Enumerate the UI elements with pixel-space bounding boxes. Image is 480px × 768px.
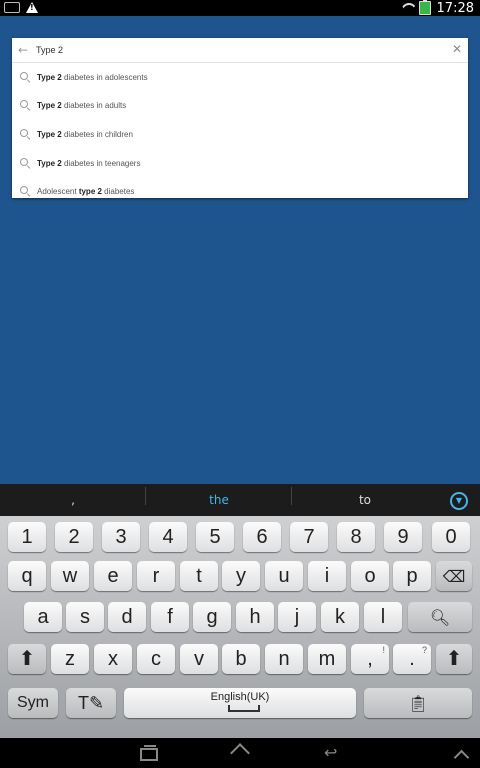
handwriting-icon: T✎ <box>77 693 105 713</box>
suggestion-item[interactable]: Type 2 diabetes in teenagers <box>12 149 468 178</box>
keyboard-icon <box>4 2 20 13</box>
navigation-bar: ↩ <box>0 738 480 768</box>
key-s[interactable]: s <box>66 602 104 632</box>
shift-icon: ⬆ <box>445 648 463 670</box>
search-icon <box>20 128 31 140</box>
chevron-up-icon[interactable] <box>452 746 472 760</box>
key-comma[interactable]: ,! <box>351 644 389 674</box>
recent-apps-icon[interactable] <box>138 745 158 761</box>
search-icon <box>20 100 31 111</box>
keyboard: 1 2 3 4 5 6 7 8 9 0 q w e r t y u i o p … <box>0 516 480 738</box>
key-o[interactable]: o <box>351 561 389 591</box>
key-2[interactable]: 2 <box>55 522 93 552</box>
wifi-icon <box>401 3 413 13</box>
clipboard-key[interactable]: 📋︎ <box>364 688 472 718</box>
key-b[interactable]: b <box>222 644 260 674</box>
search-icon: 🔍︎ <box>429 610 451 627</box>
key-4[interactable]: 4 <box>149 522 187 552</box>
battery-icon <box>418 0 431 15</box>
suggestion-item[interactable]: Type 2 diabetes in adults <box>12 92 468 121</box>
key-5[interactable]: 5 <box>196 522 234 552</box>
search-icon <box>20 186 31 197</box>
shift-icon: ⬆ <box>18 648 36 670</box>
warning-icon <box>26 2 38 13</box>
key-a[interactable]: a <box>24 602 62 632</box>
suggestion-text: Type 2 diabetes in adults <box>37 101 127 111</box>
key-m[interactable]: m <box>308 644 346 674</box>
key-0[interactable]: 0 <box>432 522 470 552</box>
keyboard-row-z: ⬆ z x c v b n m ,! .? ⬆ <box>0 644 480 686</box>
key-e[interactable]: e <box>94 561 132 591</box>
key-j[interactable]: j <box>278 602 316 632</box>
key-1[interactable]: 1 <box>8 522 46 552</box>
key-7[interactable]: 7 <box>290 522 328 552</box>
chevron-down-icon[interactable]: ▼ <box>450 492 468 510</box>
key-n[interactable]: n <box>265 644 303 674</box>
keyboard-row-a: a s d f g h j k l 🔍︎ <box>0 602 480 644</box>
suggestion-text: Adolescent type 2 diabetes <box>37 187 135 197</box>
suggestion-item[interactable]: Adolescent type 2 diabetes <box>12 177 468 206</box>
key-p[interactable]: p <box>393 561 431 591</box>
key-period[interactable]: .? <box>393 644 431 674</box>
search-row: ← ✕ <box>12 38 468 63</box>
key-i[interactable]: i <box>308 561 346 591</box>
suggestion-text: Type 2 diabetes in children <box>37 129 133 139</box>
clipboard-icon: 📋︎ <box>407 696 429 713</box>
key-h[interactable]: h <box>236 602 274 632</box>
search-input[interactable] <box>36 41 436 59</box>
space-key[interactable]: English(UK) <box>124 688 356 718</box>
key-u[interactable]: u <box>265 561 303 591</box>
search-panel: ← ✕ Type 2 diabetes in adolescents Type … <box>12 38 468 198</box>
key-k[interactable]: k <box>321 602 359 632</box>
key-l[interactable]: l <box>364 602 402 632</box>
key-3[interactable]: 3 <box>102 522 140 552</box>
key-x[interactable]: x <box>94 644 132 674</box>
key-6[interactable]: 6 <box>243 522 281 552</box>
key-r[interactable]: r <box>137 561 175 591</box>
key-c[interactable]: c <box>137 644 175 674</box>
suggestion-text: Type 2 diabetes in teenagers <box>37 158 141 168</box>
key-t[interactable]: t <box>180 561 218 591</box>
key-9[interactable]: 9 <box>384 522 422 552</box>
handwriting-key[interactable]: T✎ <box>66 688 116 718</box>
search-icon <box>20 71 31 83</box>
suggestion-text: Type 2 diabetes in adolescents <box>37 72 148 82</box>
prediction-left[interactable]: , <box>0 487 146 507</box>
backspace-icon: ⌫ <box>442 569 466 586</box>
clock: 17:28 <box>436 0 474 16</box>
search-key[interactable]: 🔍︎ <box>408 602 472 632</box>
suggestion-item[interactable]: Type 2 diabetes in children <box>12 120 468 149</box>
prediction-center[interactable]: the <box>146 487 292 507</box>
key-g[interactable]: g <box>193 602 231 632</box>
prediction-bar: , the to ▼ <box>0 484 480 516</box>
status-bar: 17:28 <box>0 0 480 16</box>
shift-key-right[interactable]: ⬆ <box>436 644 472 674</box>
home-icon[interactable] <box>230 746 250 760</box>
prediction-right[interactable]: to <box>292 493 438 507</box>
key-f[interactable]: f <box>151 602 189 632</box>
key-q[interactable]: q <box>8 561 46 591</box>
key-y[interactable]: y <box>222 561 260 591</box>
key-v[interactable]: v <box>180 644 218 674</box>
space-language-label: English(UK) <box>210 691 270 703</box>
shift-key[interactable]: ⬆ <box>8 644 46 674</box>
key-w[interactable]: w <box>51 561 89 591</box>
space-bar-icon <box>228 705 260 712</box>
close-icon[interactable]: ✕ <box>452 42 462 56</box>
suggestion-item[interactable]: Type 2 diabetes in adolescents <box>12 63 468 92</box>
keyboard-row-numbers: 1 2 3 4 5 6 7 8 9 0 <box>0 522 480 564</box>
back-arrow-icon[interactable]: ← <box>18 44 30 56</box>
search-icon <box>20 157 31 169</box>
backspace-key[interactable]: ⌫ <box>436 561 472 591</box>
key-z[interactable]: z <box>51 644 89 674</box>
keyboard-row-bottom: Sym T✎ English(UK) 📋︎ <box>0 688 480 730</box>
key-8[interactable]: 8 <box>337 522 375 552</box>
keyboard-row-q: q w e r t y u i o p ⌫ <box>0 561 480 603</box>
key-d[interactable]: d <box>108 602 146 632</box>
sym-key[interactable]: Sym <box>8 688 58 718</box>
back-icon[interactable]: ↩ <box>324 745 344 761</box>
